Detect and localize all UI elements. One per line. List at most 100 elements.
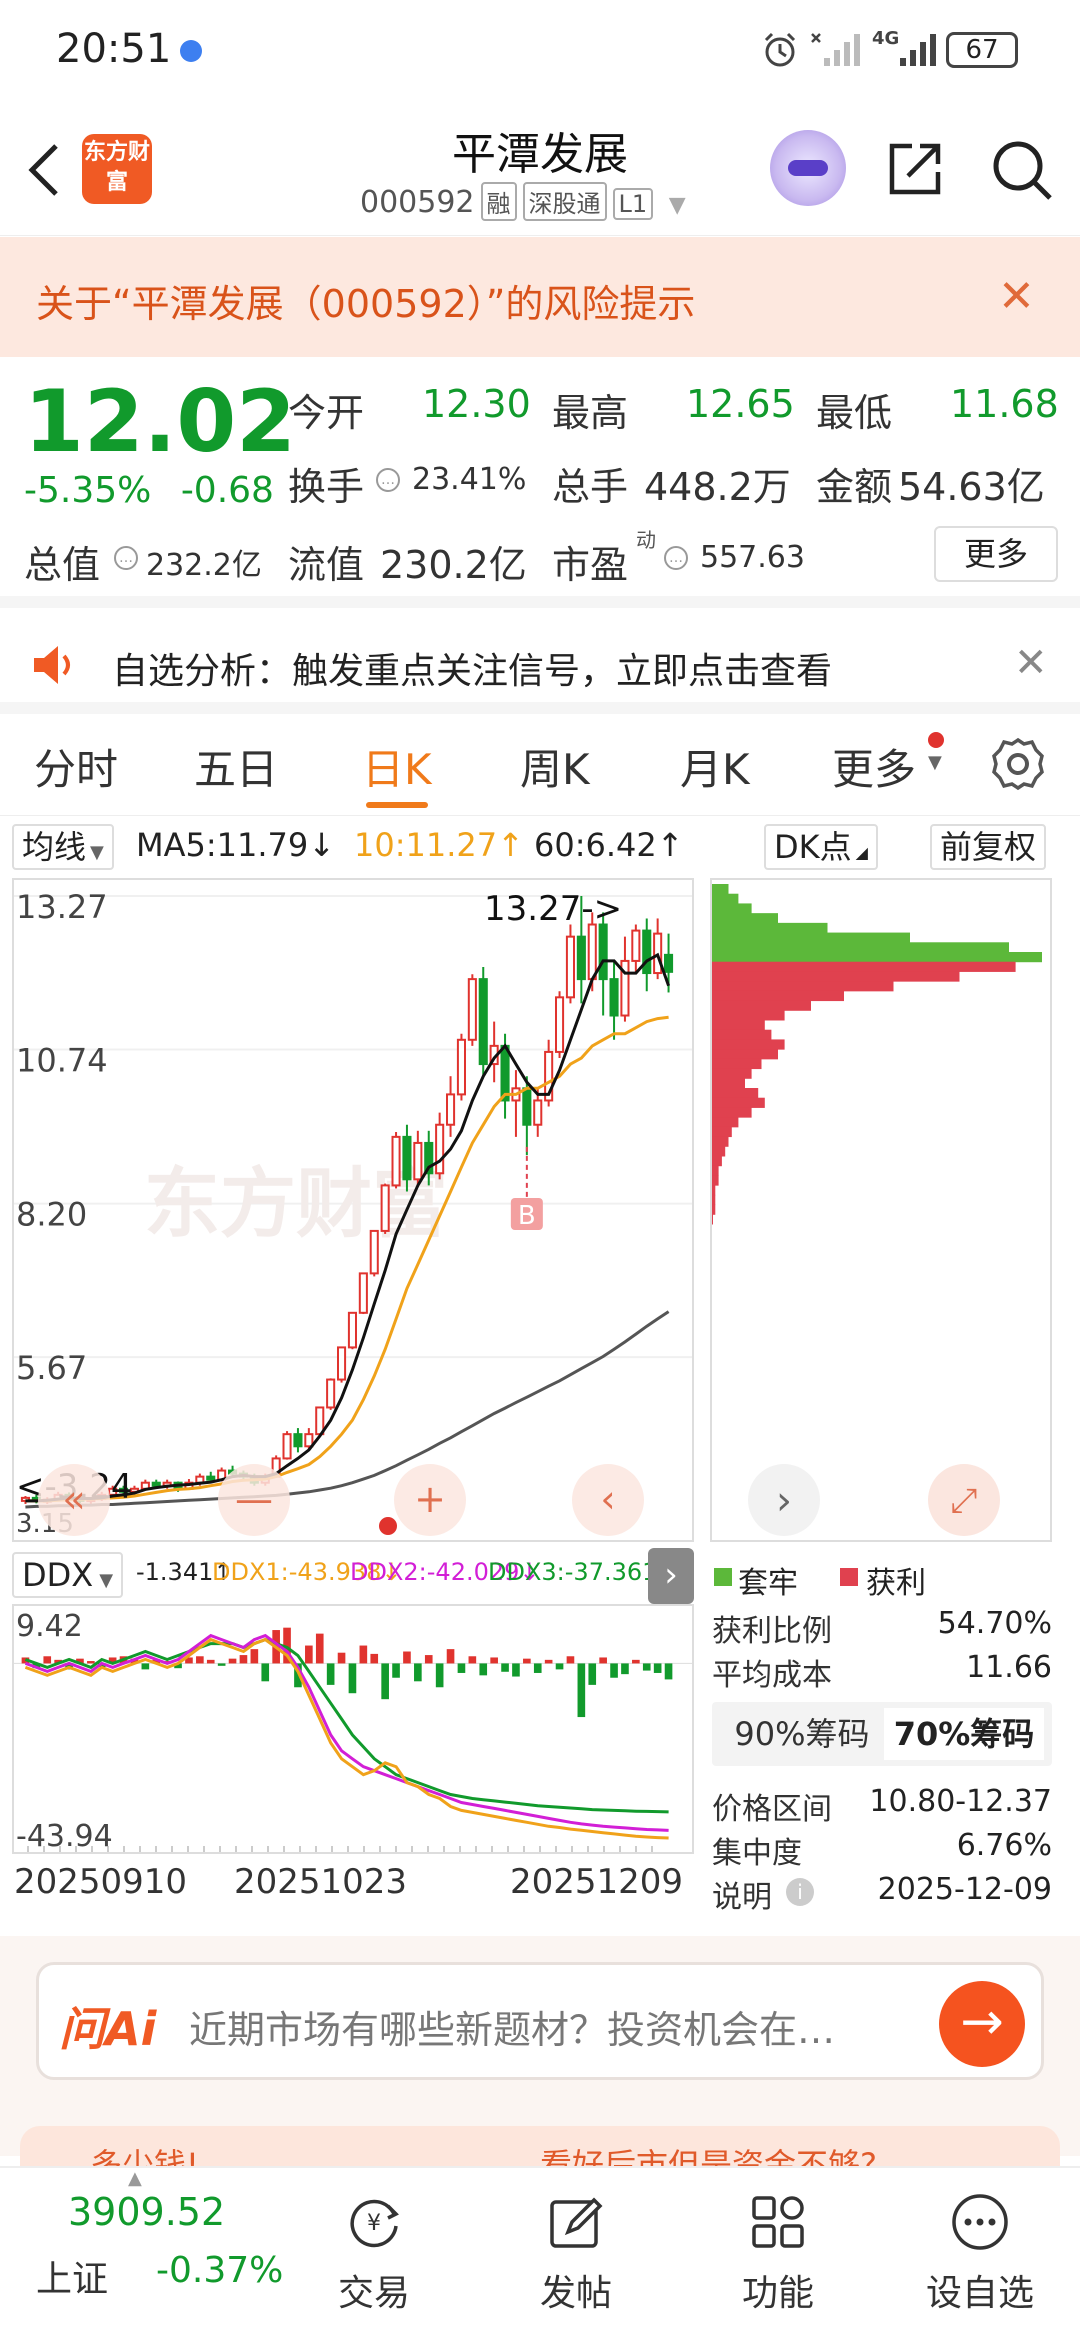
ddx-bottom-label: -43.94 (16, 1819, 113, 1852)
new-badge-dot (928, 732, 944, 748)
tab-monthly-k[interactable]: 月K (680, 736, 750, 797)
info-icon[interactable]: … (664, 546, 688, 570)
tab-weekly-k[interactable]: 周K (520, 736, 590, 797)
nav-post-label: 发帖 (539, 2273, 612, 2314)
candle-body (522, 1087, 532, 1126)
search-icon[interactable] (990, 138, 1054, 202)
note-row[interactable]: 说明 i 2025-12-09 (712, 1872, 1052, 1915)
nav-trade-label: 交易 (337, 2273, 410, 2314)
ddx-bar (206, 1659, 215, 1664)
speaker-icon (34, 646, 70, 684)
y-tick-label: 10.74 (16, 1042, 108, 1080)
chip-svg: › ⤢ (712, 884, 1042, 1536)
chip-bar (712, 952, 1042, 963)
share-icon[interactable] (886, 138, 946, 198)
nav-add-watchlist[interactable]: 设自选 (920, 2178, 1040, 2328)
avg-cost-value: 11.66 (966, 1650, 1052, 1685)
nav-trade[interactable]: ¥ 交易 (314, 2178, 434, 2328)
chevron-right-icon[interactable]: › (648, 1548, 694, 1604)
chip-bar (712, 1185, 716, 1196)
index-value[interactable]: 3909.52 (68, 2190, 225, 2234)
watermark: 东方财富 (144, 1159, 448, 1248)
notice-bar[interactable]: 自选分析：触发重点关注信号，立即点击查看 ✕ (0, 620, 1080, 714)
tab-70-chips[interactable]: 70%筹码 (884, 1708, 1044, 1760)
y-tick-label: 8.20 (16, 1196, 87, 1234)
dk-point-select[interactable]: DK点 ◢ (764, 824, 878, 870)
ma-select[interactable]: 均线 ▼ (12, 824, 114, 870)
amount-value: 54.63亿 (898, 465, 1045, 509)
tab-five-day[interactable]: 五日 (194, 736, 278, 797)
avg-cost-label: 平均成本 (712, 1658, 832, 1693)
turnover-label: 换手 (288, 465, 365, 509)
max-price-label: 13.27-> (484, 889, 622, 929)
candle-body (478, 978, 488, 1066)
signal-off-icon (811, 33, 860, 66)
chip-bar (712, 961, 1016, 972)
info-icon[interactable]: … (376, 468, 400, 492)
risk-warning-text[interactable]: 关于“平潭发展（000592）”的风险提示 (36, 273, 695, 328)
notice-text[interactable]: 自选分析：触发重点关注信号，立即点击查看 (112, 642, 832, 694)
info-icon[interactable]: … (114, 546, 138, 570)
index-name[interactable]: 上证 (36, 2250, 108, 2302)
ddx-chart[interactable]: 9.42 -43.94 (12, 1604, 694, 1854)
tab-daily-k[interactable]: 日K (362, 736, 432, 797)
chip-bar (712, 971, 960, 982)
settings-gear-icon[interactable] (990, 736, 1046, 792)
bottom-nav: ▲ 3909.52 上证 -0.37% ¥ 交易 发帖 功能 设自选 (0, 2166, 1080, 2340)
chip-bar (712, 990, 844, 1002)
change-amount: -0.68 (180, 470, 274, 511)
chip-bar (712, 922, 828, 934)
risk-warning-banner[interactable]: 关于“平潭发展（000592）”的风险提示 ✕ (0, 237, 1080, 357)
chevron-down-icon[interactable]: ▼ (669, 193, 686, 218)
ddx-bar (599, 1657, 607, 1664)
control-glyph: « (62, 1477, 85, 1521)
ai-input-placeholder[interactable]: 近期市场有哪些新题材？投资机会在… (189, 1999, 835, 2054)
ddx-bar (228, 1658, 237, 1664)
ddx-bar (43, 1656, 52, 1664)
ddx-bar (315, 1633, 324, 1664)
nav-post[interactable]: 发帖 (516, 2178, 636, 2328)
chip-bar (712, 1097, 765, 1108)
candle-body (587, 923, 597, 981)
candle-body (347, 1311, 357, 1349)
ddx-select[interactable]: DDX ▼ (12, 1552, 124, 1598)
tab-more[interactable]: 更多 (832, 736, 916, 797)
chip-range-toggle: 90%筹码 70%筹码 (712, 1702, 1052, 1766)
chip-bar (712, 932, 910, 943)
chip-distribution-chart[interactable]: › ⤢ (710, 878, 1052, 1542)
ai-robot-icon[interactable] (770, 130, 846, 206)
close-icon[interactable]: ✕ (998, 271, 1035, 322)
adjust-select[interactable]: 前复权 (930, 824, 1047, 870)
chip-legend: 套牢 获利 (712, 1558, 1052, 1601)
close-icon[interactable]: ✕ (1014, 640, 1048, 686)
ddx-bar (632, 1659, 640, 1664)
nav-functions[interactable]: 功能 (718, 2178, 838, 2328)
candle-body (500, 1044, 510, 1102)
chip-bar (712, 1175, 719, 1186)
apps-icon (752, 2196, 804, 2248)
pe-value: 557.63 (700, 540, 805, 575)
info-icon[interactable]: i (786, 1878, 814, 1906)
expand-glyph: ⤢ (950, 1481, 977, 1521)
candle-body (402, 1135, 412, 1181)
volume-value: 448.2万 (644, 465, 791, 509)
kline-chart[interactable]: 13.2710.748.205.67东方财富13.27-><-3.243.15B… (12, 878, 694, 1542)
more-button[interactable]: 更多 (934, 526, 1058, 582)
ddx-select-label: DDX (22, 1556, 94, 1594)
chip-bar (712, 1020, 765, 1031)
stock-code-row[interactable]: 000592 融深股通 L1 ▼ (360, 182, 686, 221)
chip-bar (712, 1165, 719, 1176)
open-label: 今开 (288, 391, 365, 435)
promo-peek-bar[interactable]: 多少钱! 看好后市但是资金不够? (20, 2126, 1060, 2166)
stock-header: 东方财富 平潭发展 000592 融深股通 L1 ▼ (0, 100, 1080, 236)
tab-90-chips[interactable]: 90%筹码 (722, 1710, 882, 1758)
chip-bar (712, 1058, 762, 1070)
ai-ask-bar[interactable]: 问Ai 近期市场有哪些新题材？投资机会在… → (36, 1962, 1044, 2080)
quote-panel: 12.02 -5.35% -0.68 今开 12.30 最高 12.65 最低 … (0, 358, 1080, 608)
tab-intraday[interactable]: 分时 (34, 736, 118, 797)
avg-cost-row: 平均成本 11.66 (712, 1650, 1052, 1693)
network-type: 4G (872, 28, 900, 49)
kline-svg: 13.2710.748.205.67东方财富13.27-><-3.243.15B… (14, 888, 692, 1539)
arrow-right-icon[interactable]: → (939, 1981, 1025, 2067)
ddx-bar (610, 1663, 618, 1678)
